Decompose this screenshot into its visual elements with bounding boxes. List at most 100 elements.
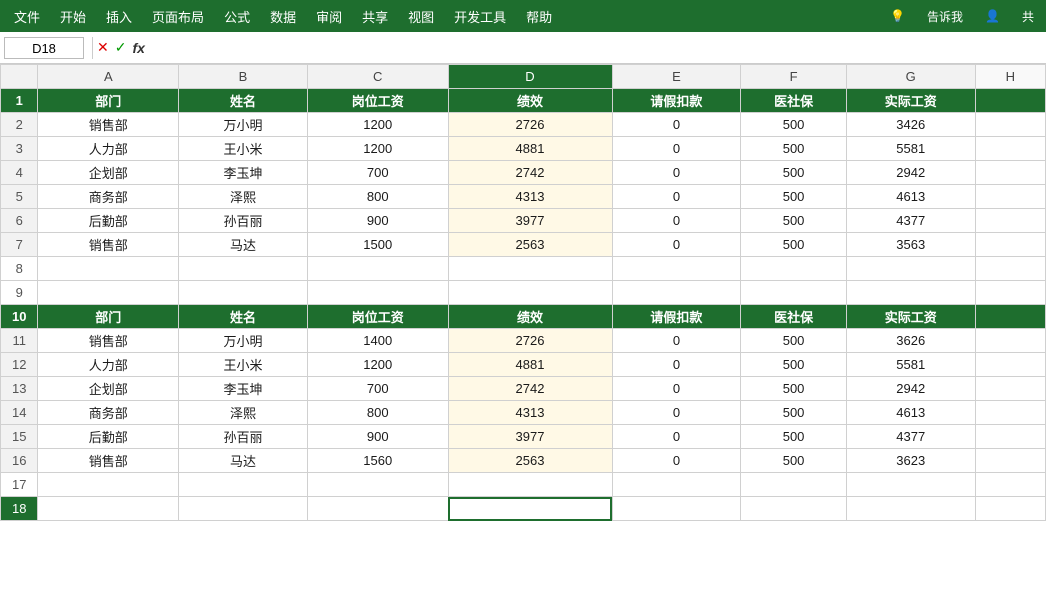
cell-c6[interactable]: 900 — [307, 209, 448, 233]
cell-b6[interactable]: 孙百丽 — [179, 209, 308, 233]
cell-f12[interactable]: 500 — [741, 353, 846, 377]
menu-devtools[interactable]: 开发工具 — [444, 3, 516, 30]
cell-d7[interactable]: 2563 — [448, 233, 612, 257]
cell-d13[interactable]: 2742 — [448, 377, 612, 401]
cell-a17[interactable] — [38, 473, 179, 497]
menu-review[interactable]: 审阅 — [306, 3, 352, 30]
col-header-d[interactable]: D — [448, 65, 612, 89]
cell-g3[interactable]: 5581 — [846, 137, 975, 161]
cell-c7[interactable]: 1500 — [307, 233, 448, 257]
cell-d11[interactable]: 2726 — [448, 329, 612, 353]
menu-view[interactable]: 视图 — [398, 3, 444, 30]
cell-f16[interactable]: 500 — [741, 449, 846, 473]
cell-e9[interactable] — [612, 281, 741, 305]
cell-c14[interactable]: 800 — [307, 401, 448, 425]
cell-f14[interactable]: 500 — [741, 401, 846, 425]
cell-e16[interactable]: 0 — [612, 449, 741, 473]
cell-b5[interactable]: 泽熙 — [179, 185, 308, 209]
cell-e1[interactable]: 请假扣款 — [612, 89, 741, 113]
col-header-b[interactable]: B — [179, 65, 308, 89]
col-header-e[interactable]: E — [612, 65, 741, 89]
cell-e15[interactable]: 0 — [612, 425, 741, 449]
cell-f6[interactable]: 500 — [741, 209, 846, 233]
col-header-f[interactable]: F — [741, 65, 846, 89]
cell-a18[interactable] — [38, 497, 179, 521]
confirm-icon[interactable]: ✓ — [115, 39, 127, 56]
cell-b14[interactable]: 泽熙 — [179, 401, 308, 425]
cell-g10[interactable]: 实际工资 — [846, 305, 975, 329]
cell-c13[interactable]: 700 — [307, 377, 448, 401]
cell-d16[interactable]: 2563 — [448, 449, 612, 473]
cell-b17[interactable] — [179, 473, 308, 497]
cell-a12[interactable]: 人力部 — [38, 353, 179, 377]
cell-a11[interactable]: 销售部 — [38, 329, 179, 353]
cell-d15[interactable]: 3977 — [448, 425, 612, 449]
cell-c1[interactable]: 岗位工资 — [307, 89, 448, 113]
cell-g13[interactable]: 2942 — [846, 377, 975, 401]
cell-a5[interactable]: 商务部 — [38, 185, 179, 209]
cell-g4[interactable]: 2942 — [846, 161, 975, 185]
cell-a4[interactable]: 企划部 — [38, 161, 179, 185]
cell-b11[interactable]: 万小明 — [179, 329, 308, 353]
cell-a3[interactable]: 人力部 — [38, 137, 179, 161]
cell-h8[interactable] — [975, 257, 1045, 281]
cell-e17[interactable] — [612, 473, 741, 497]
cell-a8[interactable] — [38, 257, 179, 281]
cell-d5[interactable]: 4313 — [448, 185, 612, 209]
cell-d14[interactable]: 4313 — [448, 401, 612, 425]
cell-f3[interactable]: 500 — [741, 137, 846, 161]
cell-e6[interactable]: 0 — [612, 209, 741, 233]
menu-help[interactable]: 帮助 — [516, 3, 562, 30]
tell-me-label[interactable]: 告诉我 — [919, 4, 971, 29]
cell-a10[interactable]: 部门 — [38, 305, 179, 329]
cell-a14[interactable]: 商务部 — [38, 401, 179, 425]
cell-e7[interactable]: 0 — [612, 233, 741, 257]
cell-b12[interactable]: 王小米 — [179, 353, 308, 377]
cell-h7[interactable] — [975, 233, 1045, 257]
cell-h14[interactable] — [975, 401, 1045, 425]
cell-h3[interactable] — [975, 137, 1045, 161]
cell-a1[interactable]: 部门 — [38, 89, 179, 113]
cell-e14[interactable]: 0 — [612, 401, 741, 425]
cell-g18[interactable] — [846, 497, 975, 521]
cell-g12[interactable]: 5581 — [846, 353, 975, 377]
cancel-icon[interactable]: ✕ — [97, 39, 109, 56]
cell-a2[interactable]: 销售部 — [38, 113, 179, 137]
cell-g17[interactable] — [846, 473, 975, 497]
cell-g9[interactable] — [846, 281, 975, 305]
cell-b15[interactable]: 孙百丽 — [179, 425, 308, 449]
cell-f7[interactable]: 500 — [741, 233, 846, 257]
cell-g16[interactable]: 3623 — [846, 449, 975, 473]
cell-b13[interactable]: 李玉坤 — [179, 377, 308, 401]
cell-d4[interactable]: 2742 — [448, 161, 612, 185]
cell-c18[interactable] — [307, 497, 448, 521]
cell-a7[interactable]: 销售部 — [38, 233, 179, 257]
cell-reference[interactable]: D18 — [4, 37, 84, 59]
cell-h4[interactable] — [975, 161, 1045, 185]
cell-h12[interactable] — [975, 353, 1045, 377]
cell-c15[interactable]: 900 — [307, 425, 448, 449]
cell-e2[interactable]: 0 — [612, 113, 741, 137]
cell-f1[interactable]: 医社保 — [741, 89, 846, 113]
cell-b9[interactable] — [179, 281, 308, 305]
cell-c2[interactable]: 1200 — [307, 113, 448, 137]
cell-b4[interactable]: 李玉坤 — [179, 161, 308, 185]
share-label[interactable]: 共 — [1014, 4, 1042, 29]
menu-share[interactable]: 共享 — [352, 3, 398, 30]
cell-c11[interactable]: 1400 — [307, 329, 448, 353]
cell-d18[interactable] — [448, 497, 612, 521]
cell-d9[interactable] — [448, 281, 612, 305]
cell-h2[interactable] — [975, 113, 1045, 137]
fx-icon[interactable]: fx — [132, 40, 144, 56]
cell-g15[interactable]: 4377 — [846, 425, 975, 449]
cell-e11[interactable]: 0 — [612, 329, 741, 353]
cell-g7[interactable]: 3563 — [846, 233, 975, 257]
cell-h17[interactable] — [975, 473, 1045, 497]
cell-g8[interactable] — [846, 257, 975, 281]
cell-b1[interactable]: 姓名 — [179, 89, 308, 113]
cell-g1[interactable]: 实际工资 — [846, 89, 975, 113]
cell-f8[interactable] — [741, 257, 846, 281]
cell-a16[interactable]: 销售部 — [38, 449, 179, 473]
cell-e18[interactable] — [612, 497, 741, 521]
cell-b3[interactable]: 王小米 — [179, 137, 308, 161]
